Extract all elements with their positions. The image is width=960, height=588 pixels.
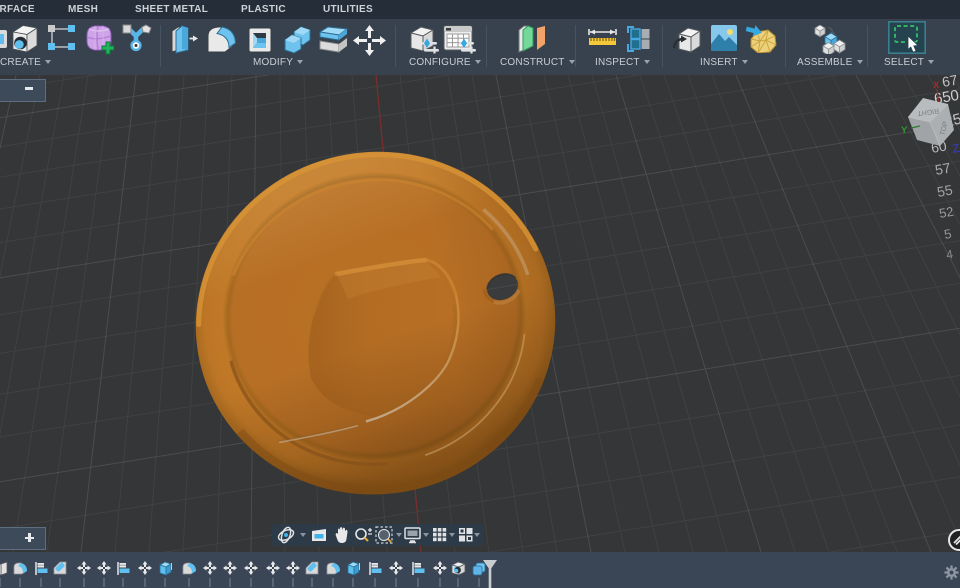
- svg-text:55: 55: [936, 181, 954, 199]
- svg-text:5: 5: [943, 226, 953, 242]
- svg-text:X: X: [933, 80, 940, 91]
- svg-text:4: 4: [945, 247, 954, 262]
- svg-text:52: 52: [938, 204, 955, 221]
- svg-text:57: 57: [934, 159, 952, 177]
- svg-text:Z: Z: [951, 141, 960, 156]
- svg-text:Y: Y: [901, 125, 908, 136]
